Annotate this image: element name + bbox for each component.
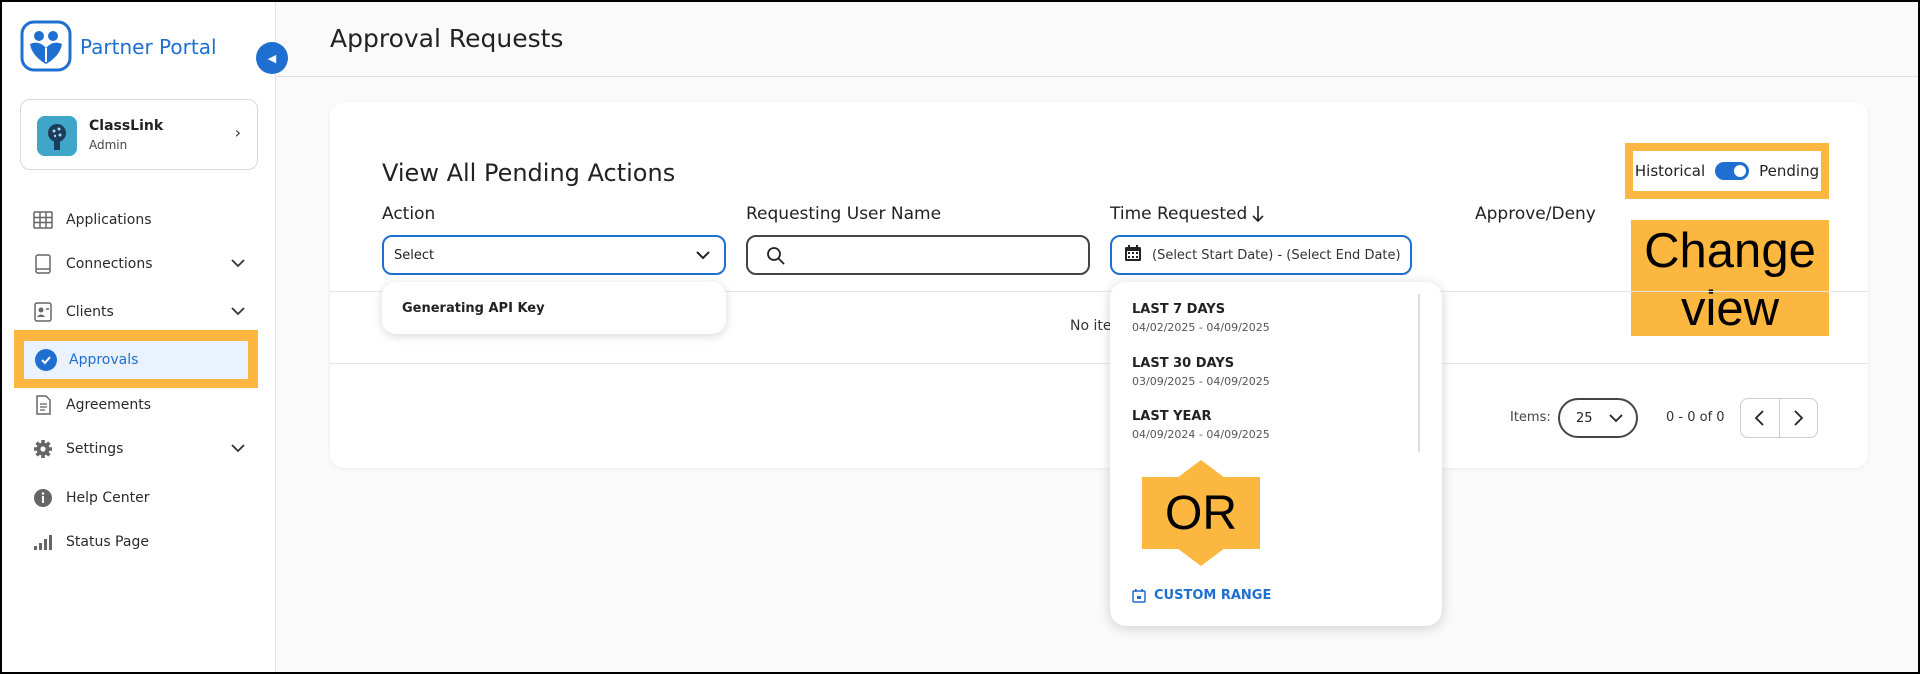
tablet-icon — [32, 253, 54, 275]
column-action: Action — [382, 204, 436, 224]
chevron-down-icon — [1608, 410, 1624, 430]
header-divider — [276, 76, 1918, 77]
items-label: Items: — [1510, 410, 1551, 425]
pagination-range: 0 - 0 of 0 — [1666, 410, 1725, 425]
grid-icon — [32, 209, 54, 231]
sidebar-item-status-page[interactable]: Status Page — [32, 527, 246, 557]
date-option[interactable]: LAST 7 DAYS 04/02/2025 - 04/09/2025 — [1132, 302, 1270, 334]
column-approve-deny: Approve/Deny — [1475, 204, 1596, 224]
signal-icon — [32, 531, 54, 553]
sidebar-item-applications[interactable]: Applications — [32, 205, 246, 235]
column-time-requested-label: Time Requested — [1110, 204, 1248, 224]
gear-icon — [32, 438, 54, 460]
date-option-label: LAST 30 DAYS — [1132, 356, 1235, 371]
chevron-right-icon — [1794, 410, 1804, 426]
date-option-label: LAST 7 DAYS — [1132, 302, 1226, 317]
sidebar-item-label: Connections — [66, 256, 153, 272]
page-title: Approval Requests — [330, 24, 564, 53]
sidebar-item-label: Approvals — [69, 352, 139, 368]
org-switcher[interactable]: ClassLink Admin › — [20, 99, 258, 170]
chevron-down-icon — [694, 246, 712, 268]
app-window: Partner Portal ClassLink Admin › Applica… — [2, 2, 1918, 672]
action-select[interactable]: Select — [382, 235, 726, 275]
calendar-icon — [1124, 244, 1142, 266]
brand-name: Partner Portal — [80, 35, 217, 59]
callout-arrow-up — [1177, 460, 1225, 478]
date-option[interactable]: LAST 30 DAYS 03/09/2025 - 04/09/2025 — [1132, 356, 1270, 388]
action-select-value: Select — [394, 247, 435, 263]
org-name: ClassLink — [89, 118, 164, 134]
org-role: Admin — [89, 138, 128, 152]
action-dropdown-menu: Generating API Key — [382, 282, 726, 334]
prev-page-button[interactable] — [1741, 399, 1779, 437]
view-switch[interactable] — [1715, 162, 1750, 180]
date-option-range: 04/09/2024 - 04/09/2025 — [1132, 428, 1270, 441]
chevron-down-icon[interactable] — [230, 440, 246, 460]
sidebar-item-settings[interactable]: Settings — [32, 434, 246, 464]
sidebar-item-label: Clients — [66, 304, 114, 320]
check-circle-icon — [35, 349, 57, 371]
toggle-right-label: Pending — [1759, 162, 1820, 180]
info-icon — [32, 487, 54, 509]
or-label: OR — [1142, 477, 1260, 549]
sidebar-item-agreements[interactable]: Agreements — [32, 390, 246, 420]
sidebar-item-label: Help Center — [66, 490, 150, 506]
toggle-left-label: Historical — [1634, 162, 1706, 180]
date-range-input[interactable]: (Select Start Date) - (Select End Date) — [1110, 235, 1412, 275]
table-footer-divider — [330, 363, 1868, 364]
custom-range-label: CUSTOM RANGE — [1154, 588, 1272, 603]
or-callout: OR — [1142, 460, 1260, 566]
search-icon — [766, 246, 786, 270]
column-requesting-user: Requesting User Name — [746, 204, 942, 224]
callout-arrow-down — [1177, 548, 1225, 566]
chevron-down-icon[interactable] — [230, 255, 246, 275]
page-size-value: 25 — [1576, 410, 1593, 426]
chevron-down-icon[interactable] — [230, 303, 246, 323]
clients-icon — [32, 301, 54, 323]
org-avatar — [37, 116, 77, 156]
sidebar-item-connections[interactable]: Connections — [32, 249, 246, 279]
date-option[interactable]: LAST YEAR 04/09/2024 - 04/09/2025 — [1132, 409, 1270, 441]
logo-icon[interactable] — [20, 20, 72, 72]
sidebar-item-approvals[interactable]: Approvals — [24, 341, 248, 379]
date-range-value: (Select Start Date) - (Select End Date) — [1152, 247, 1401, 263]
date-option-range: 04/02/2025 - 04/09/2025 — [1132, 321, 1270, 334]
column-time-requested[interactable]: Time Requested — [1110, 204, 1265, 224]
menu-scrollbar[interactable] — [1418, 294, 1420, 452]
calendar-icon — [1132, 588, 1146, 603]
page-size-select[interactable]: 25 — [1558, 398, 1638, 438]
sidebar-item-label: Settings — [66, 441, 124, 457]
custom-range-button[interactable]: CUSTOM RANGE — [1132, 588, 1271, 603]
user-search-input[interactable] — [746, 235, 1090, 275]
action-option[interactable]: Generating API Key — [402, 301, 545, 316]
change-view-callout: Change view — [1631, 220, 1829, 336]
collapse-sidebar-button[interactable]: ◀ — [256, 42, 288, 74]
date-option-range: 03/09/2025 - 04/09/2025 — [1132, 375, 1270, 388]
arrow-down-icon[interactable] — [1251, 205, 1265, 223]
sidebar: Partner Portal ClassLink Admin › Applica… — [2, 2, 276, 672]
date-range-menu: LAST 7 DAYS 04/02/2025 - 04/09/2025 LAST… — [1110, 282, 1442, 626]
sidebar-item-label: Status Page — [66, 534, 149, 550]
chevron-left-icon — [1754, 410, 1764, 426]
document-icon — [32, 394, 54, 416]
collapse-icon: ◀ — [267, 51, 277, 65]
sidebar-item-help-center[interactable]: Help Center — [32, 483, 246, 513]
card-title: View All Pending Actions — [382, 159, 676, 187]
view-toggle[interactable]: Historical Pending — [1633, 151, 1821, 191]
date-option-label: LAST YEAR — [1132, 409, 1212, 424]
sidebar-item-clients[interactable]: Clients — [32, 297, 246, 327]
sidebar-item-label: Agreements — [66, 397, 152, 413]
pagination-controls — [1740, 398, 1818, 438]
sidebar-item-label: Applications — [66, 212, 152, 228]
chevron-right-icon: › — [234, 123, 241, 142]
next-page-button[interactable] — [1778, 399, 1817, 437]
